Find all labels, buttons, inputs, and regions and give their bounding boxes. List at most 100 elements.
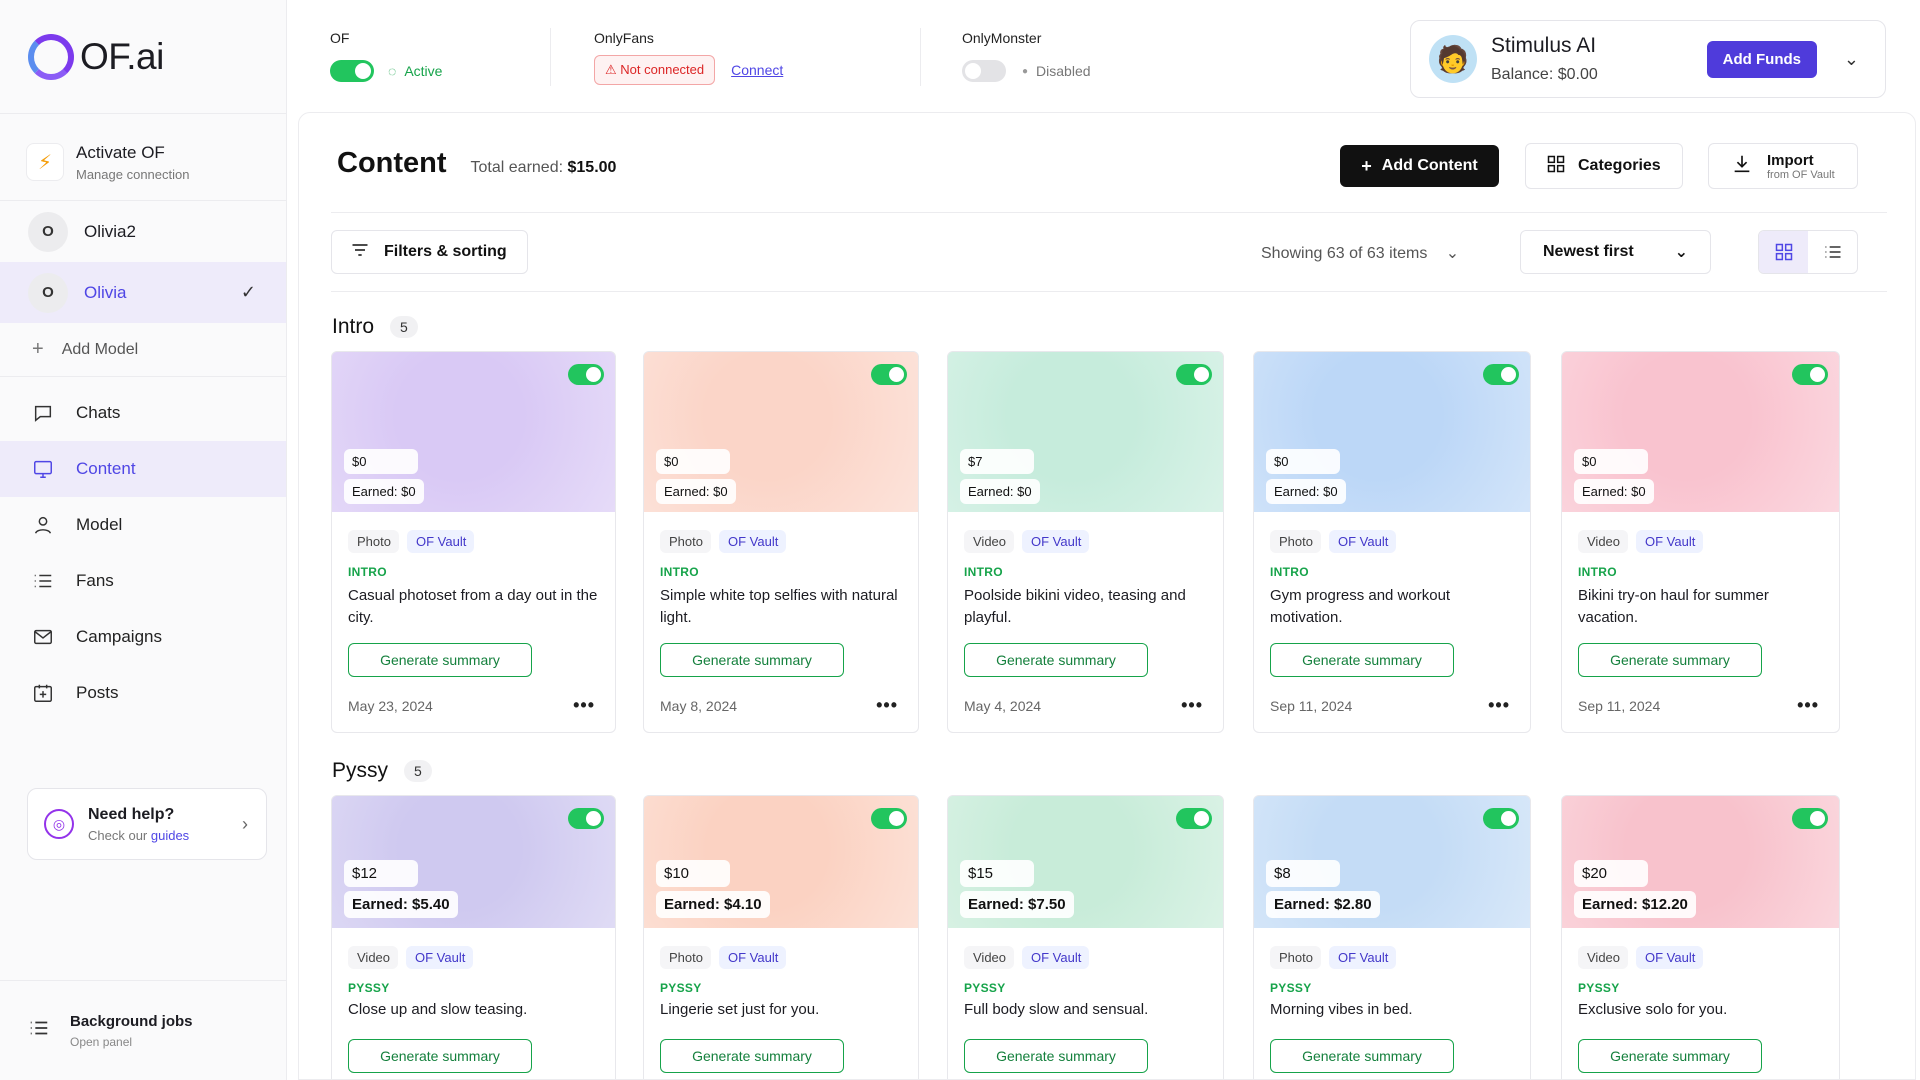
content-thumbnail[interactable]: $0 Earned: $0 <box>644 352 918 512</box>
type-tag: Photo <box>660 530 711 553</box>
content-description: Casual photoset from a day out in the ci… <box>348 587 598 626</box>
brand-logo[interactable]: OF.ai <box>0 0 286 114</box>
divider <box>331 291 1887 292</box>
generate-summary-button[interactable]: Generate summary <box>660 1039 844 1073</box>
filters-sorting-button[interactable]: Filters & sorting <box>331 230 528 274</box>
content-card[interactable]: $0 Earned: $0 Photo OF Vault INTRO Casual… <box>331 351 616 733</box>
add-content-label: Add Content <box>1381 157 1478 174</box>
sidebar-item-label: Model <box>76 515 123 534</box>
model-item-olivia[interactable]: O Olivia ✓ <box>0 262 286 323</box>
sort-label: Newest first <box>1543 243 1634 260</box>
showing-count-dropdown[interactable]: Showing 63 of 63 items ⌄ <box>1261 243 1459 263</box>
card-toggle[interactable] <box>1483 364 1519 385</box>
content-card[interactable]: $8 Earned: $2.80 Photo OF Vault PYSSY Mor… <box>1253 795 1531 1079</box>
content-date: Sep 11, 2024 <box>1578 697 1661 714</box>
card-toggle[interactable] <box>1792 364 1828 385</box>
grid-icon <box>1775 243 1792 261</box>
list-view-button[interactable] <box>1808 231 1857 273</box>
content-thumbnail[interactable]: $7 Earned: $0 <box>948 352 1223 512</box>
generate-summary-button[interactable]: Generate summary <box>660 643 844 677</box>
content-card[interactable]: $0 Earned: $0 Video OF Vault INTRO Bikini… <box>1561 351 1840 733</box>
earned-badge: Earned: $0 <box>960 479 1040 504</box>
generate-summary-button[interactable]: Generate summary <box>1578 1039 1762 1073</box>
sidebar-item-chats[interactable]: Chats <box>0 385 286 441</box>
sidebar-item-content[interactable]: Content <box>0 441 286 497</box>
more-options-icon[interactable]: ••• <box>1797 695 1819 716</box>
onlymonster-toggle[interactable] <box>962 60 1006 82</box>
card-toggle[interactable] <box>1176 364 1212 385</box>
category-label: INTRO <box>1578 565 1617 579</box>
content-description: Exclusive solo for you. <box>1578 1001 1728 1018</box>
generate-summary-button[interactable]: Generate summary <box>1270 643 1454 677</box>
account-avatar[interactable]: 🧑 <box>1429 35 1477 83</box>
content-card[interactable]: $12 Earned: $5.40 Video OF Vault PYSSY Cl… <box>331 795 616 1079</box>
add-content-button[interactable]: + Add Content <box>1340 145 1499 187</box>
more-options-icon[interactable]: ••• <box>1181 695 1203 716</box>
logo-ring-icon <box>28 33 74 80</box>
card-toggle[interactable] <box>568 364 604 385</box>
content-thumbnail[interactable]: $0 Earned: $0 <box>1254 352 1530 512</box>
generate-summary-button[interactable]: Generate summary <box>1578 643 1762 677</box>
of-toggle[interactable] <box>330 60 374 82</box>
grid-icon <box>1546 154 1566 179</box>
categories-button[interactable]: Categories <box>1525 143 1683 189</box>
generate-summary-button[interactable]: Generate summary <box>348 643 532 677</box>
help-card[interactable]: ◎ Need help? Check our guides › <box>27 788 267 860</box>
content-card[interactable]: $0 Earned: $0 Photo OF Vault INTRO Gym pr… <box>1253 351 1531 733</box>
list-icon <box>1825 246 1840 258</box>
card-toggle[interactable] <box>1176 808 1212 829</box>
grid-view-button[interactable] <box>1759 231 1808 273</box>
sidebar-item-posts[interactable]: Posts <box>0 665 286 721</box>
card-toggle[interactable] <box>871 364 907 385</box>
background-jobs-subtitle: Open panel <box>70 1034 133 1049</box>
generate-summary-button[interactable]: Generate summary <box>1270 1039 1454 1073</box>
content-description: Poolside bikini video, teasing and playf… <box>964 587 1186 626</box>
content-date: May 8, 2024 <box>660 697 738 714</box>
generate-summary-button[interactable]: Generate summary <box>964 643 1148 677</box>
more-options-icon[interactable]: ••• <box>876 695 898 716</box>
content-thumbnail[interactable]: $0 Earned: $0 <box>332 352 615 512</box>
import-button[interactable]: Import from OF Vault <box>1708 143 1858 189</box>
content-thumbnail[interactable]: $15 Earned: $7.50 <box>948 796 1223 928</box>
activate-of-card[interactable]: ⚡ Activate OF Manage connection <box>26 132 286 192</box>
sidebar-item-campaigns[interactable]: Campaigns <box>0 609 286 665</box>
content-card[interactable]: $7 Earned: $0 Video OF Vault INTRO Poolsi… <box>947 351 1224 733</box>
generate-summary-button[interactable]: Generate summary <box>348 1039 532 1073</box>
card-toggle[interactable] <box>871 808 907 829</box>
add-model-button[interactable]: + Add Model <box>0 323 286 377</box>
card-toggle[interactable] <box>1483 808 1519 829</box>
model-item-olivia2[interactable]: O Olivia2 <box>0 201 286 262</box>
source-tag: OF Vault <box>1022 530 1090 553</box>
total-earned-label: Total earned: <box>470 159 564 176</box>
card-toggle[interactable] <box>1792 808 1828 829</box>
add-funds-button[interactable]: Add Funds <box>1706 40 1817 78</box>
sort-select[interactable]: Newest first ⌄ <box>1520 230 1711 274</box>
sidebar-item-model[interactable]: Model <box>0 497 286 553</box>
content-thumbnail[interactable]: $20 Earned: $12.20 <box>1562 796 1839 928</box>
content-card[interactable]: $0 Earned: $0 Photo OF Vault INTRO Simple… <box>643 351 919 733</box>
chevron-down-icon[interactable]: ⌄ <box>1844 49 1859 70</box>
content-thumbnail[interactable]: $10 Earned: $4.10 <box>644 796 918 928</box>
content-card[interactable]: $15 Earned: $7.50 Video OF Vault PYSSY Fu… <box>947 795 1224 1079</box>
price-badge: $20 <box>1574 860 1648 887</box>
connect-link[interactable]: Connect <box>731 62 783 78</box>
card-toggle[interactable] <box>568 808 604 829</box>
lightning-icon: ⚡ <box>26 143 64 181</box>
sidebar-item-label: Campaigns <box>76 627 162 646</box>
sidebar-item-fans[interactable]: Fans <box>0 553 286 609</box>
showing-count-label: Showing 63 of 63 items <box>1261 245 1428 262</box>
more-options-icon[interactable]: ••• <box>573 695 595 716</box>
earned-badge: Earned: $2.80 <box>1266 891 1380 918</box>
generate-summary-button[interactable]: Generate summary <box>964 1039 1148 1073</box>
content-thumbnail[interactable]: $12 Earned: $5.40 <box>332 796 615 928</box>
onlyfans-label: OnlyFans <box>594 30 654 46</box>
background-jobs-panel[interactable]: Background jobs Open panel <box>0 980 287 1080</box>
page-title: Content <box>337 147 447 179</box>
content-card[interactable]: $20 Earned: $12.20 Video OF Vault PYSSY E… <box>1561 795 1840 1079</box>
content-thumbnail[interactable]: $0 Earned: $0 <box>1562 352 1839 512</box>
guides-link[interactable]: guides <box>151 828 189 843</box>
more-options-icon[interactable]: ••• <box>1488 695 1510 716</box>
content-card[interactable]: $10 Earned: $4.10 Photo OF Vault PYSSY Li… <box>643 795 919 1079</box>
content-thumbnail[interactable]: $8 Earned: $2.80 <box>1254 796 1530 928</box>
section-title: Intro <box>332 315 375 338</box>
